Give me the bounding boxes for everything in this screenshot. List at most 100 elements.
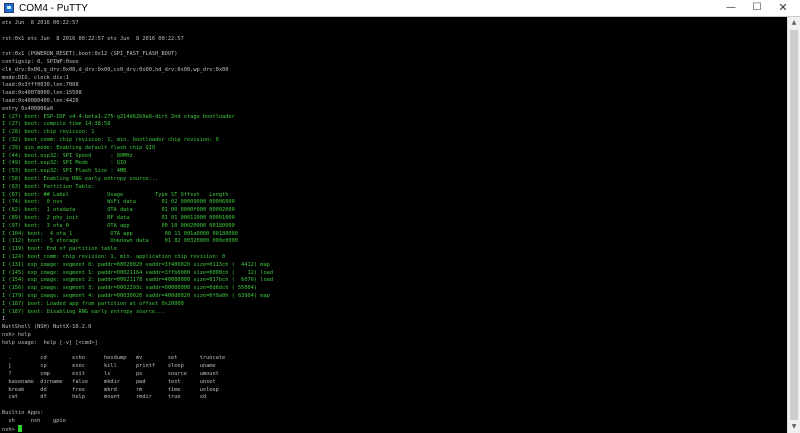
terminal-line-text: mode:DIO, clock div:1 — [2, 74, 69, 81]
terminal-line-text: I (67) boot: ## Label Usage Type ST Offs… — [2, 191, 229, 198]
terminal-line: nsh> — [2, 424, 22, 433]
putty-window: COM4 - PuTTY — ☐ ✕ ets Jun 8 2016 00:22:… — [0, 0, 800, 433]
terminal-line: I (124) boot_comm: chip revision: 1, min… — [2, 253, 225, 261]
title-bar[interactable]: COM4 - PuTTY — ☐ ✕ — [0, 0, 800, 17]
terminal-line-text: I (104) boot: 4 ota_1 OTA app 00 11 001a… — [2, 230, 238, 237]
terminal-line: I (49) boot.esp32: SPI Mode : QIO — [2, 159, 126, 167]
close-button[interactable]: ✕ — [770, 0, 796, 16]
terminal-line-text: nsh> help — [2, 332, 31, 338]
maximize-button[interactable]: ☐ — [744, 0, 770, 16]
terminal-line: load:0x40080400,len:4420 — [2, 97, 79, 105]
terminal-line: Builtin Apps: — [2, 409, 43, 417]
terminal-line-text: load:0x3fff0030,len:7008 — [2, 82, 79, 89]
vertical-scrollbar[interactable]: ▲ ▼ — [787, 17, 800, 433]
putty-icon[interactable] — [4, 3, 14, 13]
terminal-line: rst:0x1 (POWERON_RESET),boot:0x12 (SPI_F… — [2, 50, 177, 58]
terminal-line-text: . cd echo hexdump mv set truncate — [2, 355, 226, 362]
terminal-line: I (67) boot: ## Label Usage Type ST Offs… — [2, 191, 228, 199]
terminal-line: . cd echo hexdump mv set truncate — [2, 354, 225, 362]
terminal-line: ets Jun 8 2016 00:22:57 — [2, 19, 79, 27]
terminal-line-text: I (112) boot: 5 storage Unknown data 01 … — [2, 238, 238, 245]
terminal-line-text: I (156) esp_image: segment 3: paddr=0002… — [2, 285, 258, 292]
terminal-line: I (97) boot: 3 ota_0 OTA app 00 10 00020… — [2, 222, 235, 230]
terminal-line: break dd free mkrd rm time usleep — [2, 386, 218, 394]
terminal-line-text: I (124) boot_comm: chip revision: 1, min… — [2, 254, 226, 260]
terminal-line-text: I (32) boot_comm: chip revision: 1, min.… — [2, 137, 219, 143]
terminal-line-text: I (131) esp_image: segment 0: paddr=0002… — [2, 261, 270, 268]
terminal-line: I — [2, 315, 5, 323]
terminal-line: mode:DIO, clock div:1 — [2, 74, 69, 82]
terminal-line-text: I (27) boot: ESP-IDF v4.4-beta1-275-g214… — [2, 113, 235, 120]
terminal-line-text: configsip: 0, SPIWP:0xee — [2, 59, 79, 65]
terminal-line: help usage: help [-v] [<cmd>] — [2, 339, 98, 347]
terminal-line: NuttShell (NSH) NuttX-10.2.0 — [2, 323, 91, 331]
terminal-line: I (82) boot: 1 otadata OTA data 01 00 00… — [2, 206, 235, 214]
terminal-line: I (27) boot: ESP-IDF v4.4-beta1-275-g214… — [2, 113, 235, 121]
terminal-line: I (104) boot: 4 ota_1 OTA app 00 11 001a… — [2, 230, 238, 238]
terminal-line-text: I (179) esp_image: segment 4: paddr=0003… — [2, 293, 270, 299]
terminal-line: cat df help mount rmdir true xd — [2, 393, 206, 401]
terminal-line-text: rst:0x1 (POWERON_RESET),boot:0x12 (SPI_F… — [2, 51, 178, 58]
terminal-output[interactable]: ets Jun 8 2016 00:22:57 rst:0x1 ets Jun 8… — [2, 17, 786, 433]
terminal-line-text: I (28) boot: chip revision: 1 — [2, 129, 95, 136]
terminal-line-text: cat df help mount rmdir true xd — [2, 394, 207, 401]
terminal-line: I (44) boot.esp32: SPI Speed : 80MHz — [2, 152, 133, 160]
terminal-line: configsip: 0, SPIWP:0xee — [2, 58, 79, 66]
terminal-line-text: entry 0x400806a0 — [2, 105, 54, 112]
terminal-line-text: basename dirname false mkdir pwd test un… — [2, 378, 216, 385]
terminal-line: load:0x3fff0030,len:7008 — [2, 81, 79, 89]
terminal-line-text: load:0x40080400,len:4420 — [2, 98, 79, 104]
terminal-line: I (39) qio_mode: Enabling default flash … — [2, 144, 155, 152]
terminal-line: I (32) boot_comm: chip revision: 1, min.… — [2, 136, 219, 144]
terminal-line-text: help usage: help [-v] [<cmd>] — [2, 339, 98, 346]
terminal-line: I (145) esp_image: segment 1: paddr=0002… — [2, 269, 273, 277]
terminal-line-text: I (82) boot: 1 otadata OTA data 01 00 00… — [2, 207, 235, 214]
terminal-line-text: nsh> — [2, 426, 18, 433]
terminal-line: I (119) boot: End of partition table — [2, 245, 117, 253]
scrollbar-thumb[interactable] — [790, 30, 798, 420]
terminal-line: load:0x40078000,len:15508 — [2, 89, 82, 97]
terminal-line-text: I (49) boot.esp32: SPI Mode : QIO — [2, 160, 127, 167]
minimize-button[interactable]: — — [718, 0, 744, 16]
terminal-line-text: rst:0x1 ets Jun 8 2016 00:22:57 ets Jun … — [2, 35, 184, 42]
terminal-line: I (28) boot: chip revision: 1 — [2, 128, 94, 136]
terminal-line-text: I (63) boot: Partition Table: — [2, 183, 95, 190]
terminal-line: I (156) esp_image: segment 3: paddr=0002… — [2, 284, 257, 292]
terminal-line-text: Builtin Apps: — [2, 410, 44, 416]
terminal-line-text: I (53) boot.esp32: SPI Flash Size : 4MB — [2, 168, 127, 175]
scroll-down-arrow-icon[interactable]: ▼ — [788, 421, 800, 433]
terminal-line-text: I (187) boot: Loaded app from partition … — [2, 300, 184, 307]
terminal-line: I (63) boot: Partition Table: — [2, 183, 94, 191]
terminal-line-text: I (44) boot.esp32: SPI Speed : 80MHz — [2, 152, 133, 159]
terminal-line: basename dirname false mkdir pwd test un… — [2, 378, 216, 386]
terminal-line: clk_drv:0x00,q_drv:0x00,d_drv:0x00,cs0_d… — [2, 66, 228, 74]
terminal-line-text: NuttShell (NSH) NuttX-10.2.0 — [2, 324, 92, 331]
terminal-line: rst:0x1 ets Jun 8 2016 00:22:57 ets Jun … — [2, 35, 184, 43]
terminal-line-text: I (97) boot: 3 ota_0 OTA app 00 10 00020… — [2, 222, 235, 229]
terminal-line-text: I (145) esp_image: segment 1: paddr=0002… — [2, 269, 274, 276]
terminal-line-text: I (154) esp_image: segment 2: paddr=0002… — [2, 277, 274, 284]
terminal-line: sh nsh gpio — [2, 417, 66, 425]
terminal-line: I (89) boot: 2 phy_init RF data 01 01 00… — [2, 214, 235, 222]
terminal-line-text: ? cmp exit ls ps source umount — [2, 371, 219, 377]
terminal-line: I (187) boot: Disabling RNG early entrop… — [2, 308, 165, 316]
terminal-line-text: ets Jun 8 2016 00:22:57 — [2, 20, 79, 26]
terminal-line: I (58) boot: Enabling RNG early entropy … — [2, 175, 158, 183]
terminal-line-text: clk_drv:0x00,q_drv:0x00,d_drv:0x00,cs0_d… — [2, 66, 229, 73]
terminal-line-text: I (27) boot: compile time 14:38:58 — [2, 121, 111, 128]
terminal-line: I (179) esp_image: segment 4: paddr=0003… — [2, 292, 270, 300]
terminal-line: I (74) boot: 0 nvs WiFi data 01 02 00009… — [2, 198, 235, 206]
window-title: COM4 - PuTTY — [19, 3, 88, 14]
terminal-line-text: sh nsh gpio — [2, 417, 66, 424]
terminal-line: entry 0x400806a0 — [2, 105, 53, 113]
terminal-line: ? cmp exit ls ps source umount — [2, 370, 219, 378]
terminal-line-text: I (187) boot: Disabling RNG early entrop… — [2, 308, 165, 315]
terminal-line-text: I — [2, 316, 6, 323]
terminal-line: [ cp exec kill printf sleep uname — [2, 362, 215, 370]
terminal-line-text: I (119) boot: End of partition table — [2, 246, 117, 253]
terminal-cursor — [17, 424, 22, 432]
terminal-line: I (53) boot.esp32: SPI Flash Size : 4MB — [2, 167, 126, 175]
scroll-up-arrow-icon[interactable]: ▲ — [788, 17, 800, 29]
terminal-line-text: load:0x40078000,len:15508 — [2, 90, 82, 97]
terminal-line: I (112) boot: 5 storage Unknown data 01 … — [2, 237, 238, 245]
